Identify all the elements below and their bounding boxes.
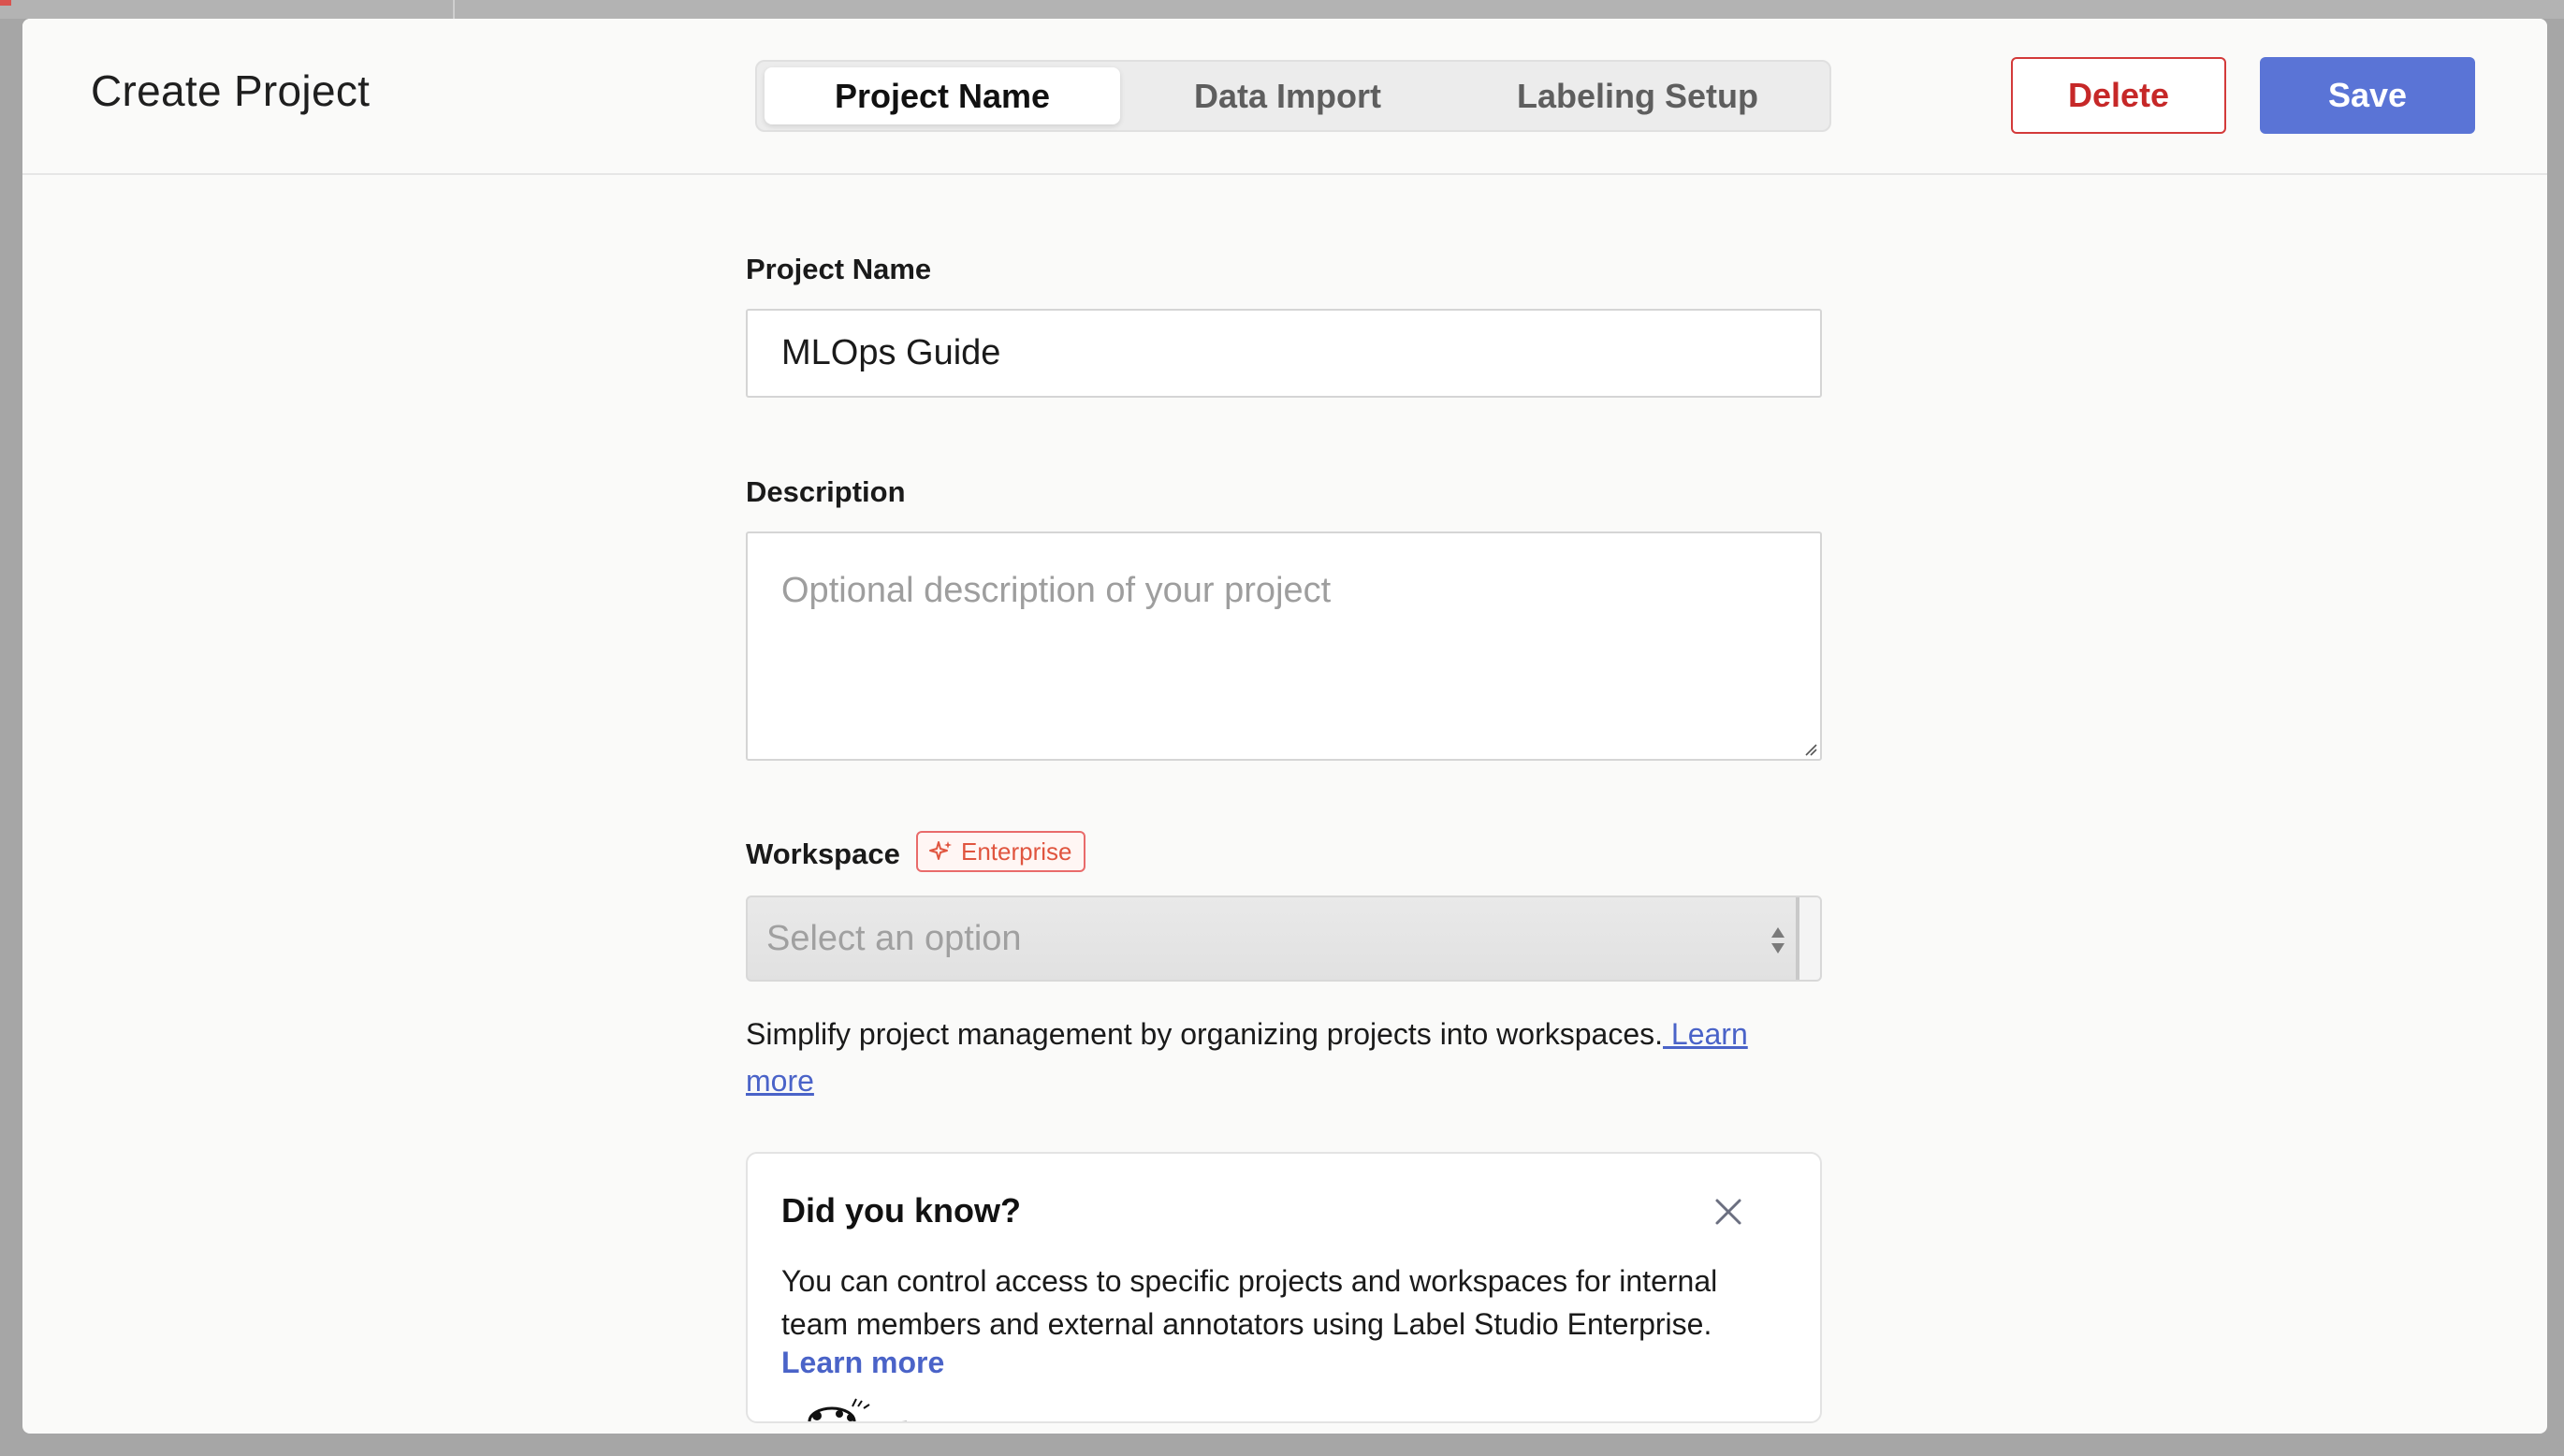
workspace-help: Simplify project management by organizin… [746, 1017, 1664, 1051]
did-you-know-card: Did you know? You can control access to … [746, 1152, 1822, 1423]
project-name-input[interactable]: MLOps Guide [746, 309, 1822, 398]
create-project-dialog: Create Project Project Name Data Import … [22, 19, 2547, 1434]
updown-arrows-icon [1771, 927, 1785, 954]
resize-grip-icon[interactable] [1802, 741, 1817, 756]
description-textarea[interactable]: Optional description of your project [746, 531, 1822, 761]
mascot-illustration-icon [808, 1398, 907, 1421]
project-name-label: Project Name [746, 253, 932, 285]
workspace-help-text: Simplify project management by organizin… [746, 1011, 1822, 1104]
dialog-title: Create Project [91, 66, 371, 115]
tab-labeling-setup[interactable]: Labeling Setup [1455, 67, 1820, 124]
background-divider [453, 0, 455, 19]
background-window-strip [0, 0, 2564, 19]
delete-button[interactable]: Delete [2011, 57, 2226, 134]
tip-body: You can control access to specific proje… [781, 1264, 1718, 1341]
select-tail [1799, 897, 1820, 980]
background-app-mark [0, 0, 11, 6]
workspace-select-value: Select an option [766, 919, 1022, 958]
dialog-header: Create Project Project Name Data Import … [22, 19, 2547, 175]
sparkle-icon [929, 841, 952, 860]
enterprise-badge: Enterprise [916, 831, 1085, 872]
workspace-label: Workspace [746, 837, 900, 870]
step-tabs: Project Name Data Import Labeling Setup [755, 60, 1831, 132]
close-icon[interactable] [1712, 1195, 1745, 1229]
tip-learn-more-link[interactable]: Learn more [781, 1346, 944, 1380]
enterprise-badge-label: Enterprise [961, 837, 1072, 866]
tip-heading: Did you know? [781, 1191, 1021, 1230]
workspace-select[interactable]: Select an option [746, 895, 1822, 982]
description-placeholder: Optional description of your project [781, 571, 1332, 610]
tab-project-name[interactable]: Project Name [765, 67, 1120, 124]
tab-data-import[interactable]: Data Import [1124, 67, 1451, 124]
save-button[interactable]: Save [2260, 57, 2475, 134]
description-label: Description [746, 475, 906, 508]
